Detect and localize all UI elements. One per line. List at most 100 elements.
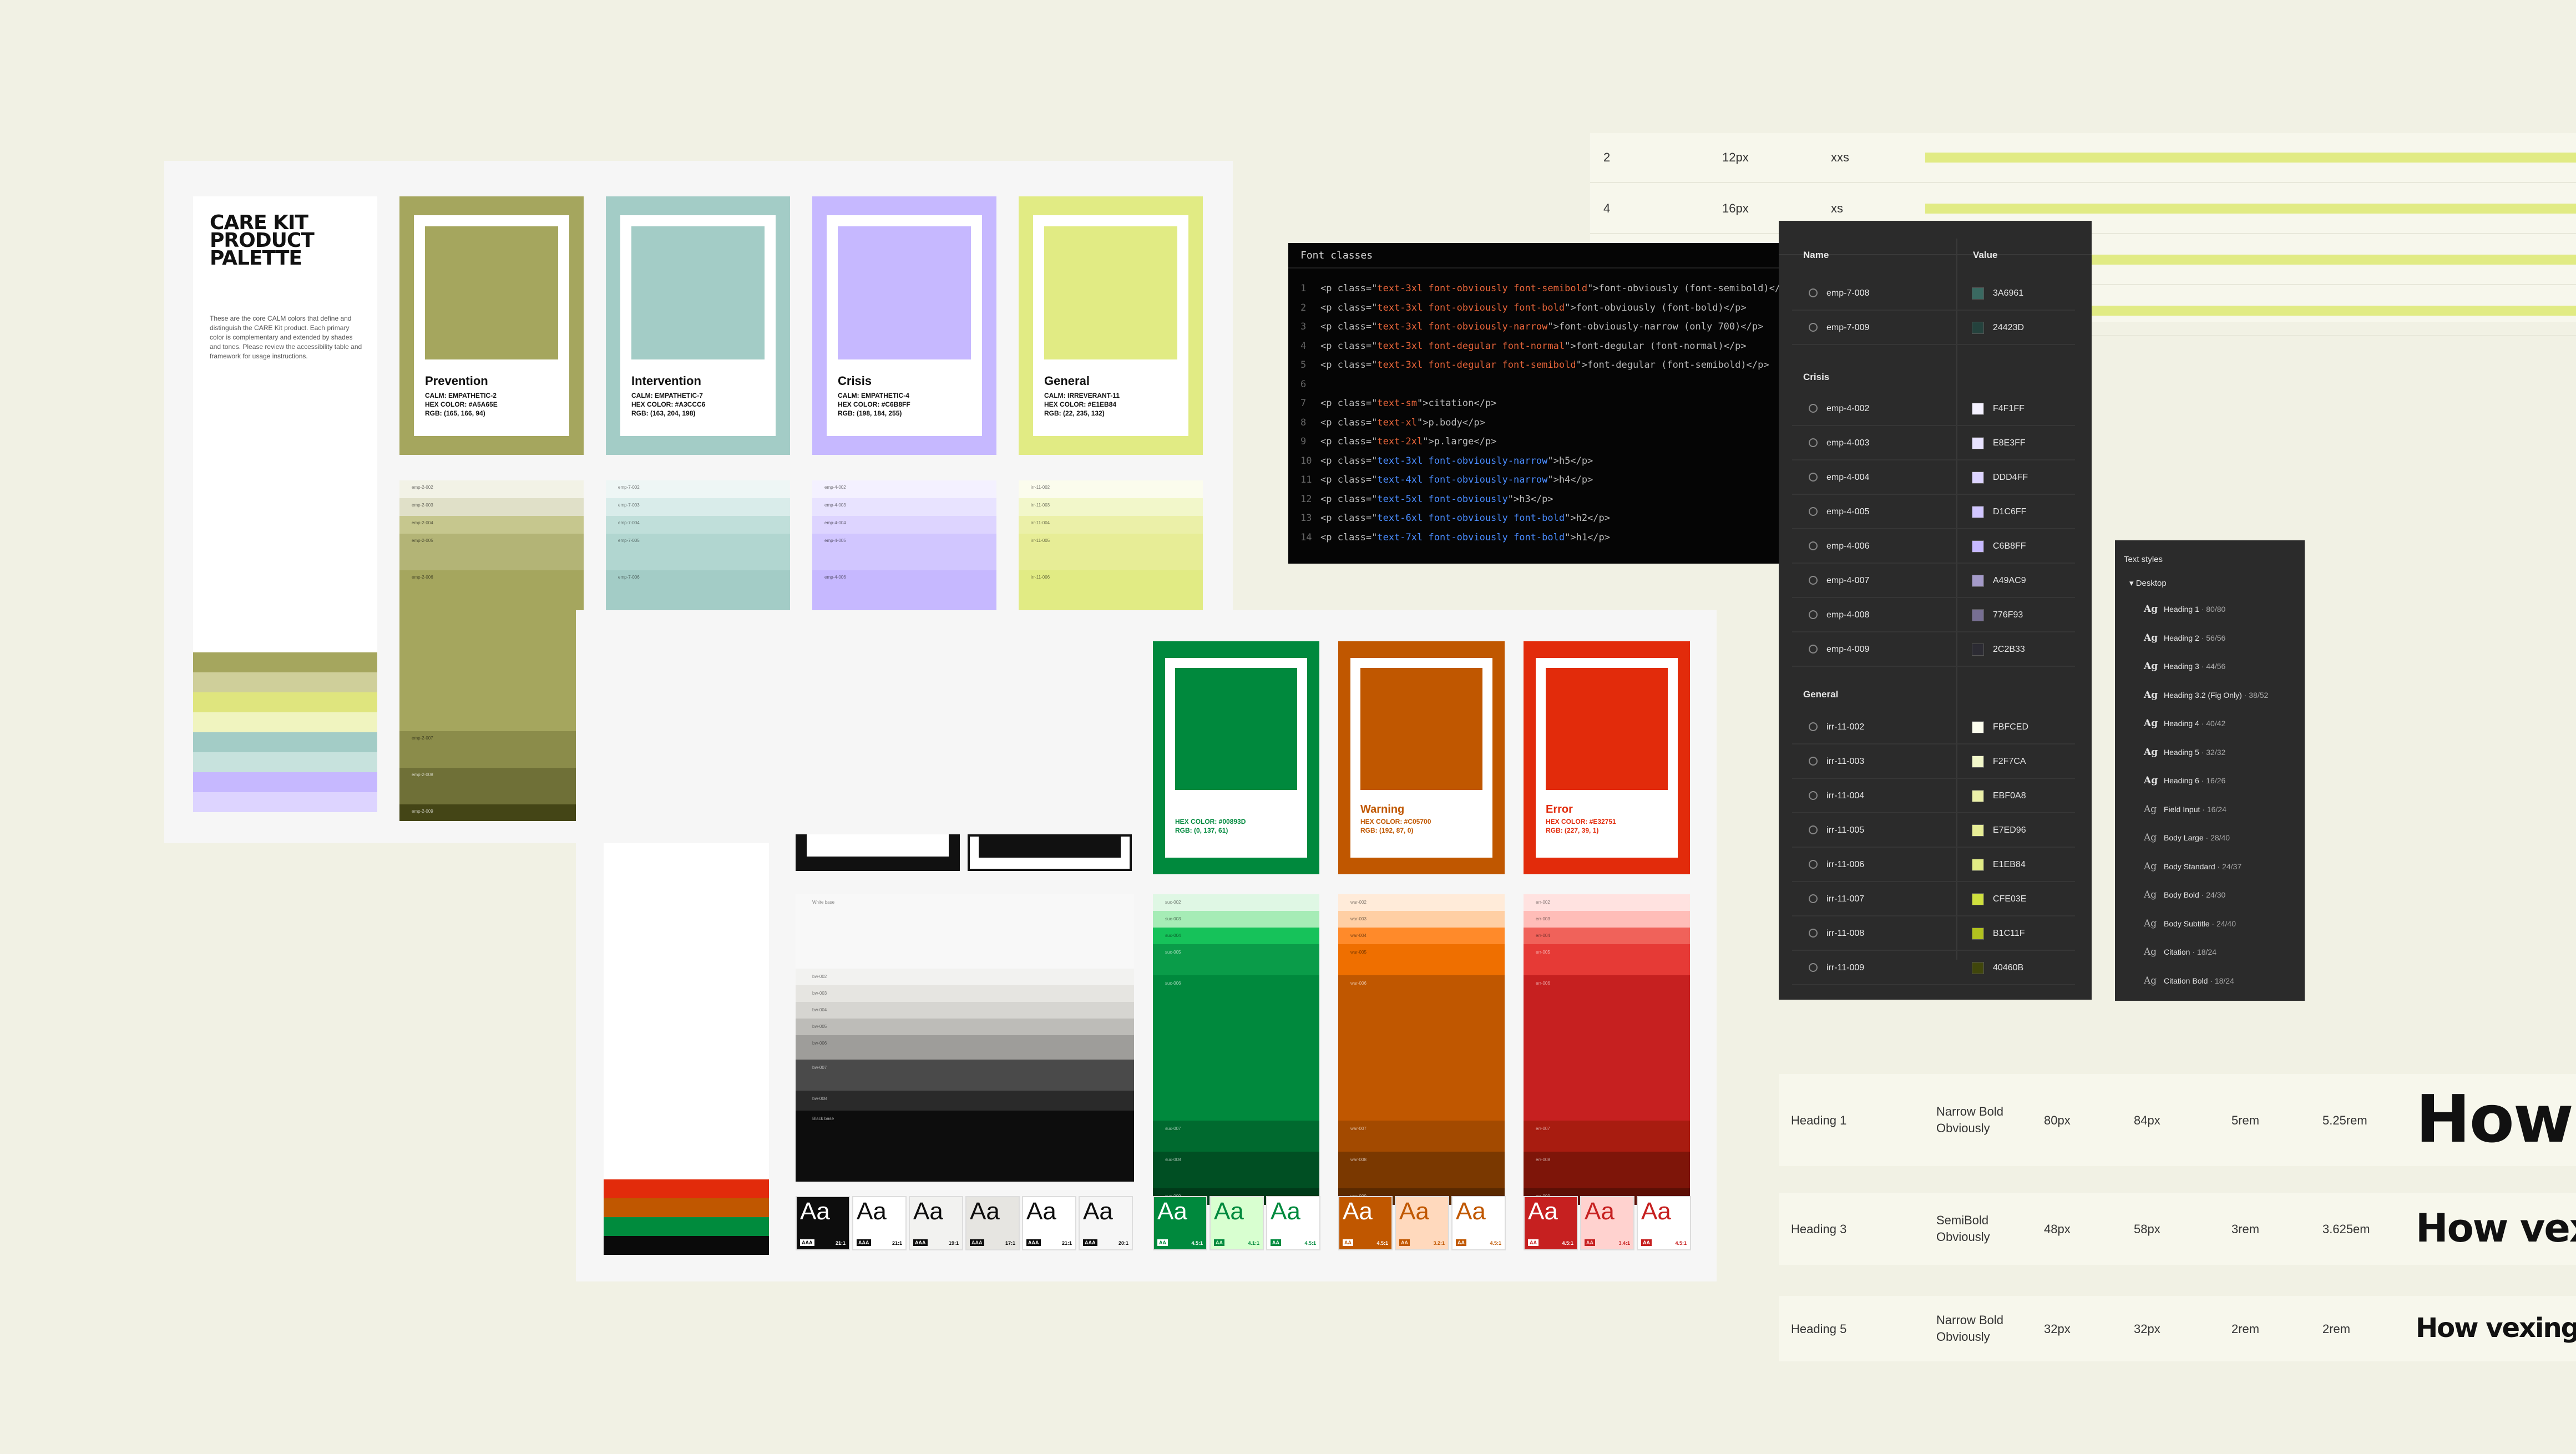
variable-row[interactable]: emp-4-002 F4F1FF	[1792, 393, 2075, 426]
code-line: 11 <p class="text-4xl font-obviously-narr…	[1300, 474, 1593, 485]
contrast-sample-glyph: Aa	[1026, 1198, 1056, 1225]
color-swatch-icon	[1972, 824, 1984, 837]
variable-value: FBFCED	[1993, 722, 2028, 732]
code-content: ">h3</p>	[1507, 493, 1553, 505]
variable-row[interactable]: irr-11-009 40460B	[1792, 952, 2075, 985]
code-class-value: text-3xl font-obviously font-bold	[1377, 302, 1565, 313]
contrast-sample-glyph: Aa	[970, 1198, 1000, 1225]
palette-title-panel: CARE KIT PRODUCT PALETTE These are the c…	[193, 196, 377, 812]
code-class-value: text-6xl font-obviously font-bold	[1377, 513, 1565, 524]
variable-value: E1EB84	[1993, 860, 2026, 869]
variable-row[interactable]: irr-11-006 E1EB84	[1792, 849, 2075, 882]
desktop-group-toggle[interactable]: ▾ Desktop	[2129, 578, 2167, 588]
text-style-item[interactable]: Ag Body Standard · 24/37	[2144, 861, 2241, 872]
shade-label: emp-4-003	[824, 503, 846, 508]
variable-name: emp-4-002	[1826, 404, 1870, 413]
neutral-shade: Black base	[796, 1111, 1134, 1182]
status-shade: war-005	[1338, 944, 1505, 975]
variable-row[interactable]: emp-4-008 776F93	[1792, 599, 2075, 632]
spacing-bar	[1925, 153, 2576, 163]
variable-value: F2F7CA	[1993, 757, 2026, 766]
shade-swatch: emp-2-005	[399, 534, 584, 570]
color-swatch-icon	[1972, 540, 1984, 553]
variable-row[interactable]: emp-7-008 3A6961	[1792, 277, 2075, 311]
text-style-item[interactable]: Ag Citation Bold · 18/24	[2144, 975, 2234, 986]
contrast-ratio: 4.1:1	[1248, 1240, 1259, 1246]
contrast-ratio: 17:1	[1005, 1240, 1015, 1246]
text-style-item[interactable]: Ag Heading 4 · 40/42	[2144, 718, 2225, 729]
text-style-item[interactable]: Ag Heading 5 · 32/32	[2144, 747, 2225, 758]
variable-name: emp-7-009	[1826, 323, 1870, 332]
code-open-tag: <p class="	[1320, 417, 1378, 428]
variable-row[interactable]: emp-4-005 D1C6FF	[1792, 496, 2075, 529]
primary-swatch-card: General CALM: IRREVERANT-11 HEX COLOR: #E1…	[1019, 196, 1203, 455]
text-style-item[interactable]: Ag Heading 3 · 44/56	[2144, 661, 2225, 672]
text-style-icon: Ag	[2144, 832, 2157, 843]
variable-value: B1C11F	[1993, 929, 2025, 938]
swatch-label-card: Prevention CALM: EMPATHETIC-2 HEX COLOR: #…	[414, 215, 569, 436]
swatch-rgb: RGB: (165, 166, 94)	[425, 409, 485, 417]
text-style-item[interactable]: Ag Body Subtitle · 24/40	[2144, 918, 2236, 929]
text-style-item[interactable]: Ag Body Large · 28/40	[2144, 832, 2230, 843]
shade-label: emp-4-004	[824, 520, 846, 525]
shade-label: emp-4-006	[824, 575, 846, 580]
variable-row[interactable]: emp-7-009 24423D	[1792, 312, 2075, 345]
status-shade: suc-008	[1153, 1152, 1319, 1188]
contrast-sample-glyph: Aa	[800, 1198, 830, 1225]
variable-name: emp-4-005	[1826, 507, 1870, 516]
heading-rem: 5rem	[2231, 1113, 2260, 1127]
variable-row[interactable]: irr-11-003 F2F7CA	[1792, 746, 2075, 779]
shade-swatch: emp-2-007	[399, 731, 584, 768]
spacing-index: 2	[1603, 150, 1611, 164]
text-style-item[interactable]: Ag Citation · 18/24	[2144, 946, 2216, 957]
contrast-rating: AAA	[1083, 1239, 1097, 1246]
status-swatch-square	[1360, 668, 1482, 790]
color-swatch-icon	[1972, 287, 1984, 300]
swatch-hex: HEX COLOR: #E1EB84	[1044, 401, 1117, 408]
line-number: 6	[1300, 378, 1307, 390]
code-content: ">h2</p>	[1565, 513, 1611, 524]
code-line: 3 <p class="text-3xl font-obviously-narro…	[1300, 321, 1763, 332]
contrast-rating: AA	[1214, 1239, 1224, 1246]
variable-row[interactable]: irr-11-004 EBF0A8	[1792, 780, 2075, 813]
spacing-token: xs	[1831, 201, 1843, 215]
contrast-tile: Aa AA 4.5:1	[1524, 1196, 1578, 1250]
variables-header: Name Value	[1779, 221, 2092, 260]
shade-label: irr-11-006	[1031, 575, 1050, 580]
variable-name: irr-11-005	[1826, 825, 1865, 835]
heading-font-weight: Narrow Bold	[1936, 1313, 2004, 1327]
shade-swatch: emp-2-003	[399, 498, 584, 516]
neutral-shade-label: bw-005	[812, 1024, 827, 1029]
heading-name: Heading 3	[1791, 1222, 1847, 1236]
text-style-item[interactable]: Ag Heading 6 · 16/26	[2144, 775, 2225, 786]
variable-row[interactable]: emp-4-004 DDD4FF	[1792, 462, 2075, 495]
status-shade-label: err-002	[1536, 900, 1550, 905]
contrast-rating: AA	[1528, 1239, 1538, 1246]
text-style-item[interactable]: Ag Heading 1 · 80/80	[2144, 604, 2225, 615]
text-style-item[interactable]: Ag Body Bold · 24/30	[2144, 889, 2225, 900]
swatch-calm-code: CALM: EMPATHETIC-7	[631, 392, 703, 399]
status-shade-label: war-007	[1350, 1126, 1367, 1131]
text-style-item[interactable]: Ag Heading 2 · 56/56	[2144, 632, 2225, 644]
variable-row[interactable]: irr-11-008 B1C11F	[1792, 918, 2075, 951]
text-style-size: · 38/52	[2244, 690, 2269, 700]
variable-row[interactable]: irr-11-005 E7ED96	[1792, 814, 2075, 848]
variable-value: EBF0A8	[1993, 791, 2026, 801]
variable-row[interactable]: emp-4-003 E8E3FF	[1792, 427, 2075, 460]
swatch-rgb: RGB: (198, 184, 255)	[838, 409, 902, 417]
contrast-sample-glyph: Aa	[1528, 1198, 1558, 1225]
text-style-icon: Ag	[2144, 803, 2157, 815]
swatch-calm-code: CALM: EMPATHETIC-2	[425, 392, 497, 399]
variable-row[interactable]: irr-11-007 CFE03E	[1792, 883, 2075, 916]
variable-row[interactable]: irr-11-002 FBFCED	[1792, 711, 2075, 744]
status-shade: suc-002	[1153, 894, 1319, 911]
text-style-item[interactable]: Ag Heading 3.2 (Fig Only) · 38/52	[2144, 690, 2268, 701]
variable-row[interactable]: emp-4-006 C6B8FF	[1792, 530, 2075, 564]
variable-row[interactable]: emp-4-009 2C2B33	[1792, 634, 2075, 667]
code-open-tag: <p class="	[1320, 455, 1378, 467]
contrast-rating: AAA	[800, 1239, 814, 1246]
variable-value: D1C6FF	[1993, 507, 2027, 516]
variable-row[interactable]: emp-4-007 A49AC9	[1792, 565, 2075, 598]
text-style-item[interactable]: Ag Field Input · 16/24	[2144, 804, 2226, 815]
code-open-tag: <p class="	[1320, 513, 1378, 524]
